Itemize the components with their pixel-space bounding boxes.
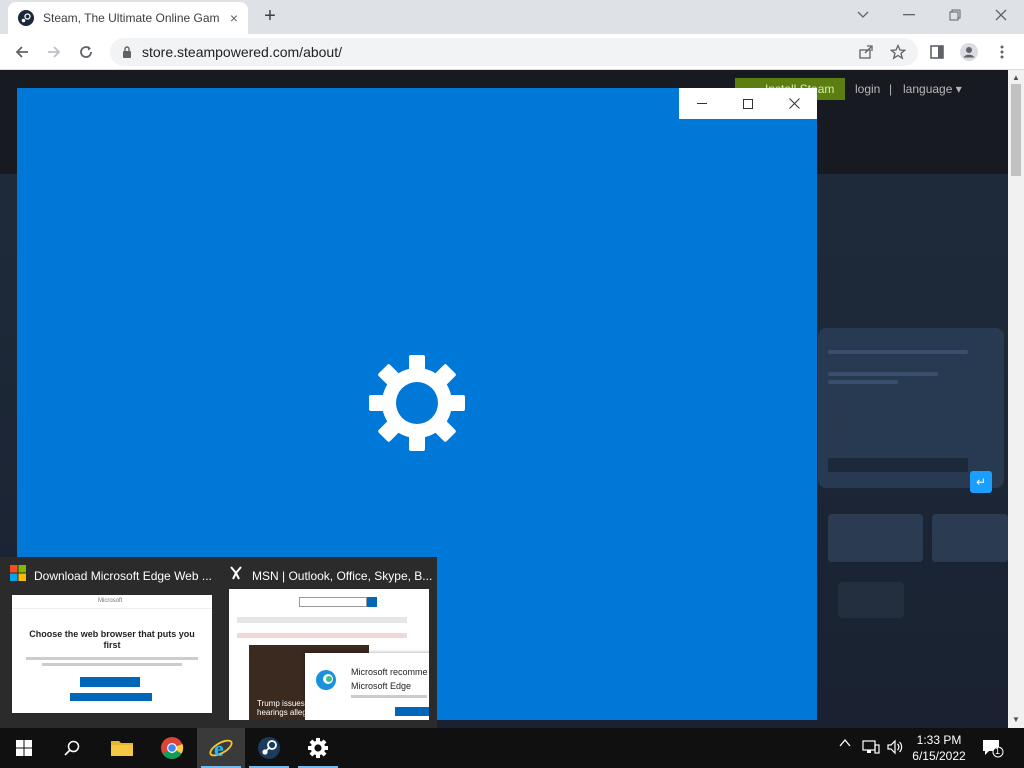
lock-icon: [122, 46, 132, 58]
share-icon[interactable]: [853, 39, 879, 65]
search-button[interactable]: [48, 728, 96, 768]
network-icon[interactable]: [862, 739, 880, 758]
msn-butterfly-icon: [228, 565, 244, 586]
settings-titlebar: [679, 88, 817, 119]
restore-button[interactable]: [940, 4, 970, 26]
side-panel-icon[interactable]: [924, 39, 950, 65]
clock-time: 1:33 PM: [916, 733, 962, 747]
msn-screenshot: Trump issues 12 hearings allegin Microso…: [229, 589, 429, 720]
enter-key-icon: ↵: [970, 471, 992, 493]
close-window-button[interactable]: [986, 4, 1016, 26]
header-separator: |: [889, 82, 893, 96]
address-bar[interactable]: store.steampowered.com/about/: [110, 38, 918, 66]
hero-illustration: [818, 328, 1004, 488]
settings-gear-icon: [369, 355, 465, 451]
windows-taskbar: e 1:33 PM 6/15/2022 1: [0, 728, 1024, 768]
start-button[interactable]: [0, 728, 48, 768]
settings-maximize-button[interactable]: [725, 88, 771, 119]
browser-tab[interactable]: Steam, The Ultimate Online Gam ×: [8, 2, 248, 34]
edge-logo-icon: [316, 670, 336, 690]
tab-strip: Steam, The Ultimate Online Gam × +: [0, 0, 1024, 34]
clock-date: 6/15/2022: [912, 749, 966, 763]
scroll-thumb[interactable]: [1011, 84, 1021, 176]
search-icon: [64, 740, 80, 756]
login-link[interactable]: login: [855, 82, 880, 96]
msn-thumbnail[interactable]: MSN | Outlook, Office, Skype, B... Trump…: [218, 557, 436, 728]
tray-overflow-chevron-icon[interactable]: [839, 737, 851, 752]
taskbar-thumbnail-preview: Download Microsoft Edge Web ... Microsof…: [0, 557, 437, 728]
scroll-up-arrow-icon[interactable]: ▲: [1012, 73, 1020, 82]
minimize-button[interactable]: [894, 4, 924, 26]
forward-button[interactable]: [41, 39, 67, 65]
new-tab-button[interactable]: +: [258, 4, 282, 28]
microsoft-logo-icon: [10, 565, 26, 586]
edge-download-thumbnail[interactable]: Download Microsoft Edge Web ... Microsof…: [0, 557, 218, 728]
steam-favicon-icon: [18, 10, 34, 26]
system-clock[interactable]: 1:33 PM 6/15/2022: [904, 732, 974, 764]
chrome-icon: [161, 737, 184, 759]
action-center-button[interactable]: 1: [982, 738, 1004, 761]
edge-download-screenshot: Microsoft Choose the web browser that pu…: [12, 595, 212, 713]
folder-icon: [111, 741, 133, 756]
svg-text:e: e: [214, 736, 224, 761]
menu-kebab-icon[interactable]: [989, 39, 1015, 65]
tab-search-icon[interactable]: [848, 4, 878, 26]
settings-minimize-button[interactable]: [679, 88, 725, 119]
settings-taskbar-button[interactable]: [294, 728, 342, 768]
thumbnail-title: MSN | Outlook, Office, Skype, B...: [252, 568, 433, 583]
tab-close-button[interactable]: ×: [230, 10, 238, 26]
url-text: store.steampowered.com/about/: [142, 44, 342, 60]
internet-explorer-icon: e: [209, 736, 233, 761]
file-explorer-button[interactable]: [98, 728, 146, 768]
reload-button[interactable]: [73, 39, 99, 65]
bookmark-star-icon[interactable]: [885, 39, 911, 65]
browser-toolbar: store.steampowered.com/about/: [0, 34, 1024, 70]
volume-icon[interactable]: [886, 739, 904, 758]
windows-logo-icon: [16, 740, 32, 756]
steam-taskbar-button[interactable]: [245, 728, 293, 768]
settings-gear-icon: [308, 738, 328, 758]
settings-close-button[interactable]: [771, 88, 817, 119]
notification-icon: [983, 740, 1004, 758]
scroll-down-arrow-icon[interactable]: ▼: [1012, 715, 1020, 724]
internet-explorer-taskbar-button[interactable]: e: [197, 728, 245, 768]
back-button[interactable]: [9, 39, 35, 65]
steam-icon: [258, 737, 280, 759]
thumbnail-title: Download Microsoft Edge Web ...: [34, 568, 212, 583]
profile-avatar-icon[interactable]: [956, 39, 982, 65]
chrome-taskbar-button[interactable]: [148, 728, 196, 768]
language-dropdown[interactable]: language ▾: [903, 82, 962, 96]
notification-count-badge: 1: [995, 746, 1001, 756]
page-scrollbar[interactable]: ▲ ▼: [1008, 70, 1024, 728]
tab-title: Steam, The Ultimate Online Gam: [43, 11, 219, 25]
